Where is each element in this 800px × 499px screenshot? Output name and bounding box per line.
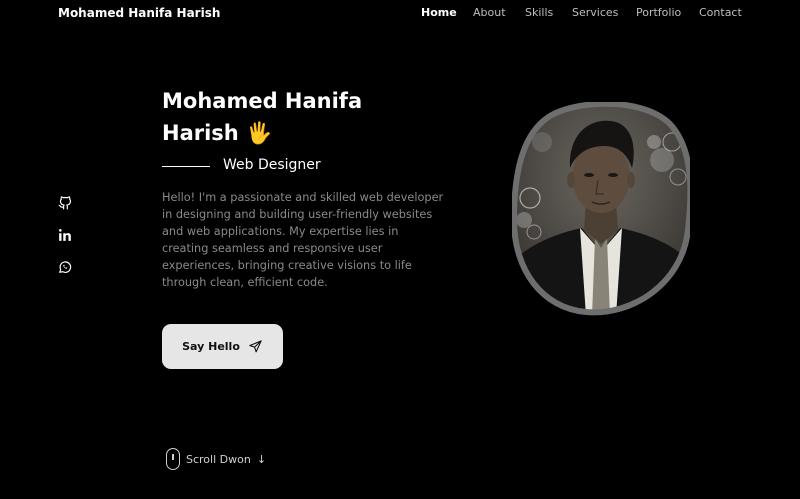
- say-hello-button[interactable]: Say Hello: [162, 324, 283, 369]
- send-icon: [249, 340, 262, 353]
- scroll-label: Scroll Dwon: [186, 452, 251, 466]
- hero-name: Mohamed Hanifa Harish 🖐: [162, 85, 392, 149]
- whatsapp-icon[interactable]: [58, 260, 72, 274]
- profile-portrait: [512, 102, 690, 316]
- scroll-down-link[interactable]: Scroll Dwon ↓: [166, 448, 266, 470]
- nav-skills[interactable]: Skills: [525, 6, 553, 19]
- hero-name-line1: Mohamed Hanifa: [162, 89, 363, 113]
- nav-home[interactable]: Home: [421, 6, 457, 19]
- hero-name-line2: Harish: [162, 121, 239, 145]
- nav-portfolio[interactable]: Portfolio: [636, 6, 681, 19]
- arrow-down-icon: ↓: [256, 452, 267, 466]
- brand-logo[interactable]: Mohamed Hanifa Harish: [58, 6, 220, 20]
- nav-contact[interactable]: Contact: [699, 6, 742, 19]
- role-divider: [162, 166, 210, 167]
- mouse-icon: [166, 448, 180, 470]
- say-hello-label: Say Hello: [182, 340, 240, 353]
- linkedin-icon[interactable]: [58, 228, 72, 242]
- waving-hand-icon: 🖐: [246, 121, 273, 145]
- nav-services[interactable]: Services: [572, 6, 618, 19]
- nav-about[interactable]: About: [473, 6, 506, 19]
- github-icon[interactable]: [58, 196, 72, 210]
- hero-role: Web Designer: [223, 157, 321, 173]
- hero-bio: Hello! I'm a passionate and skilled web …: [162, 191, 444, 289]
